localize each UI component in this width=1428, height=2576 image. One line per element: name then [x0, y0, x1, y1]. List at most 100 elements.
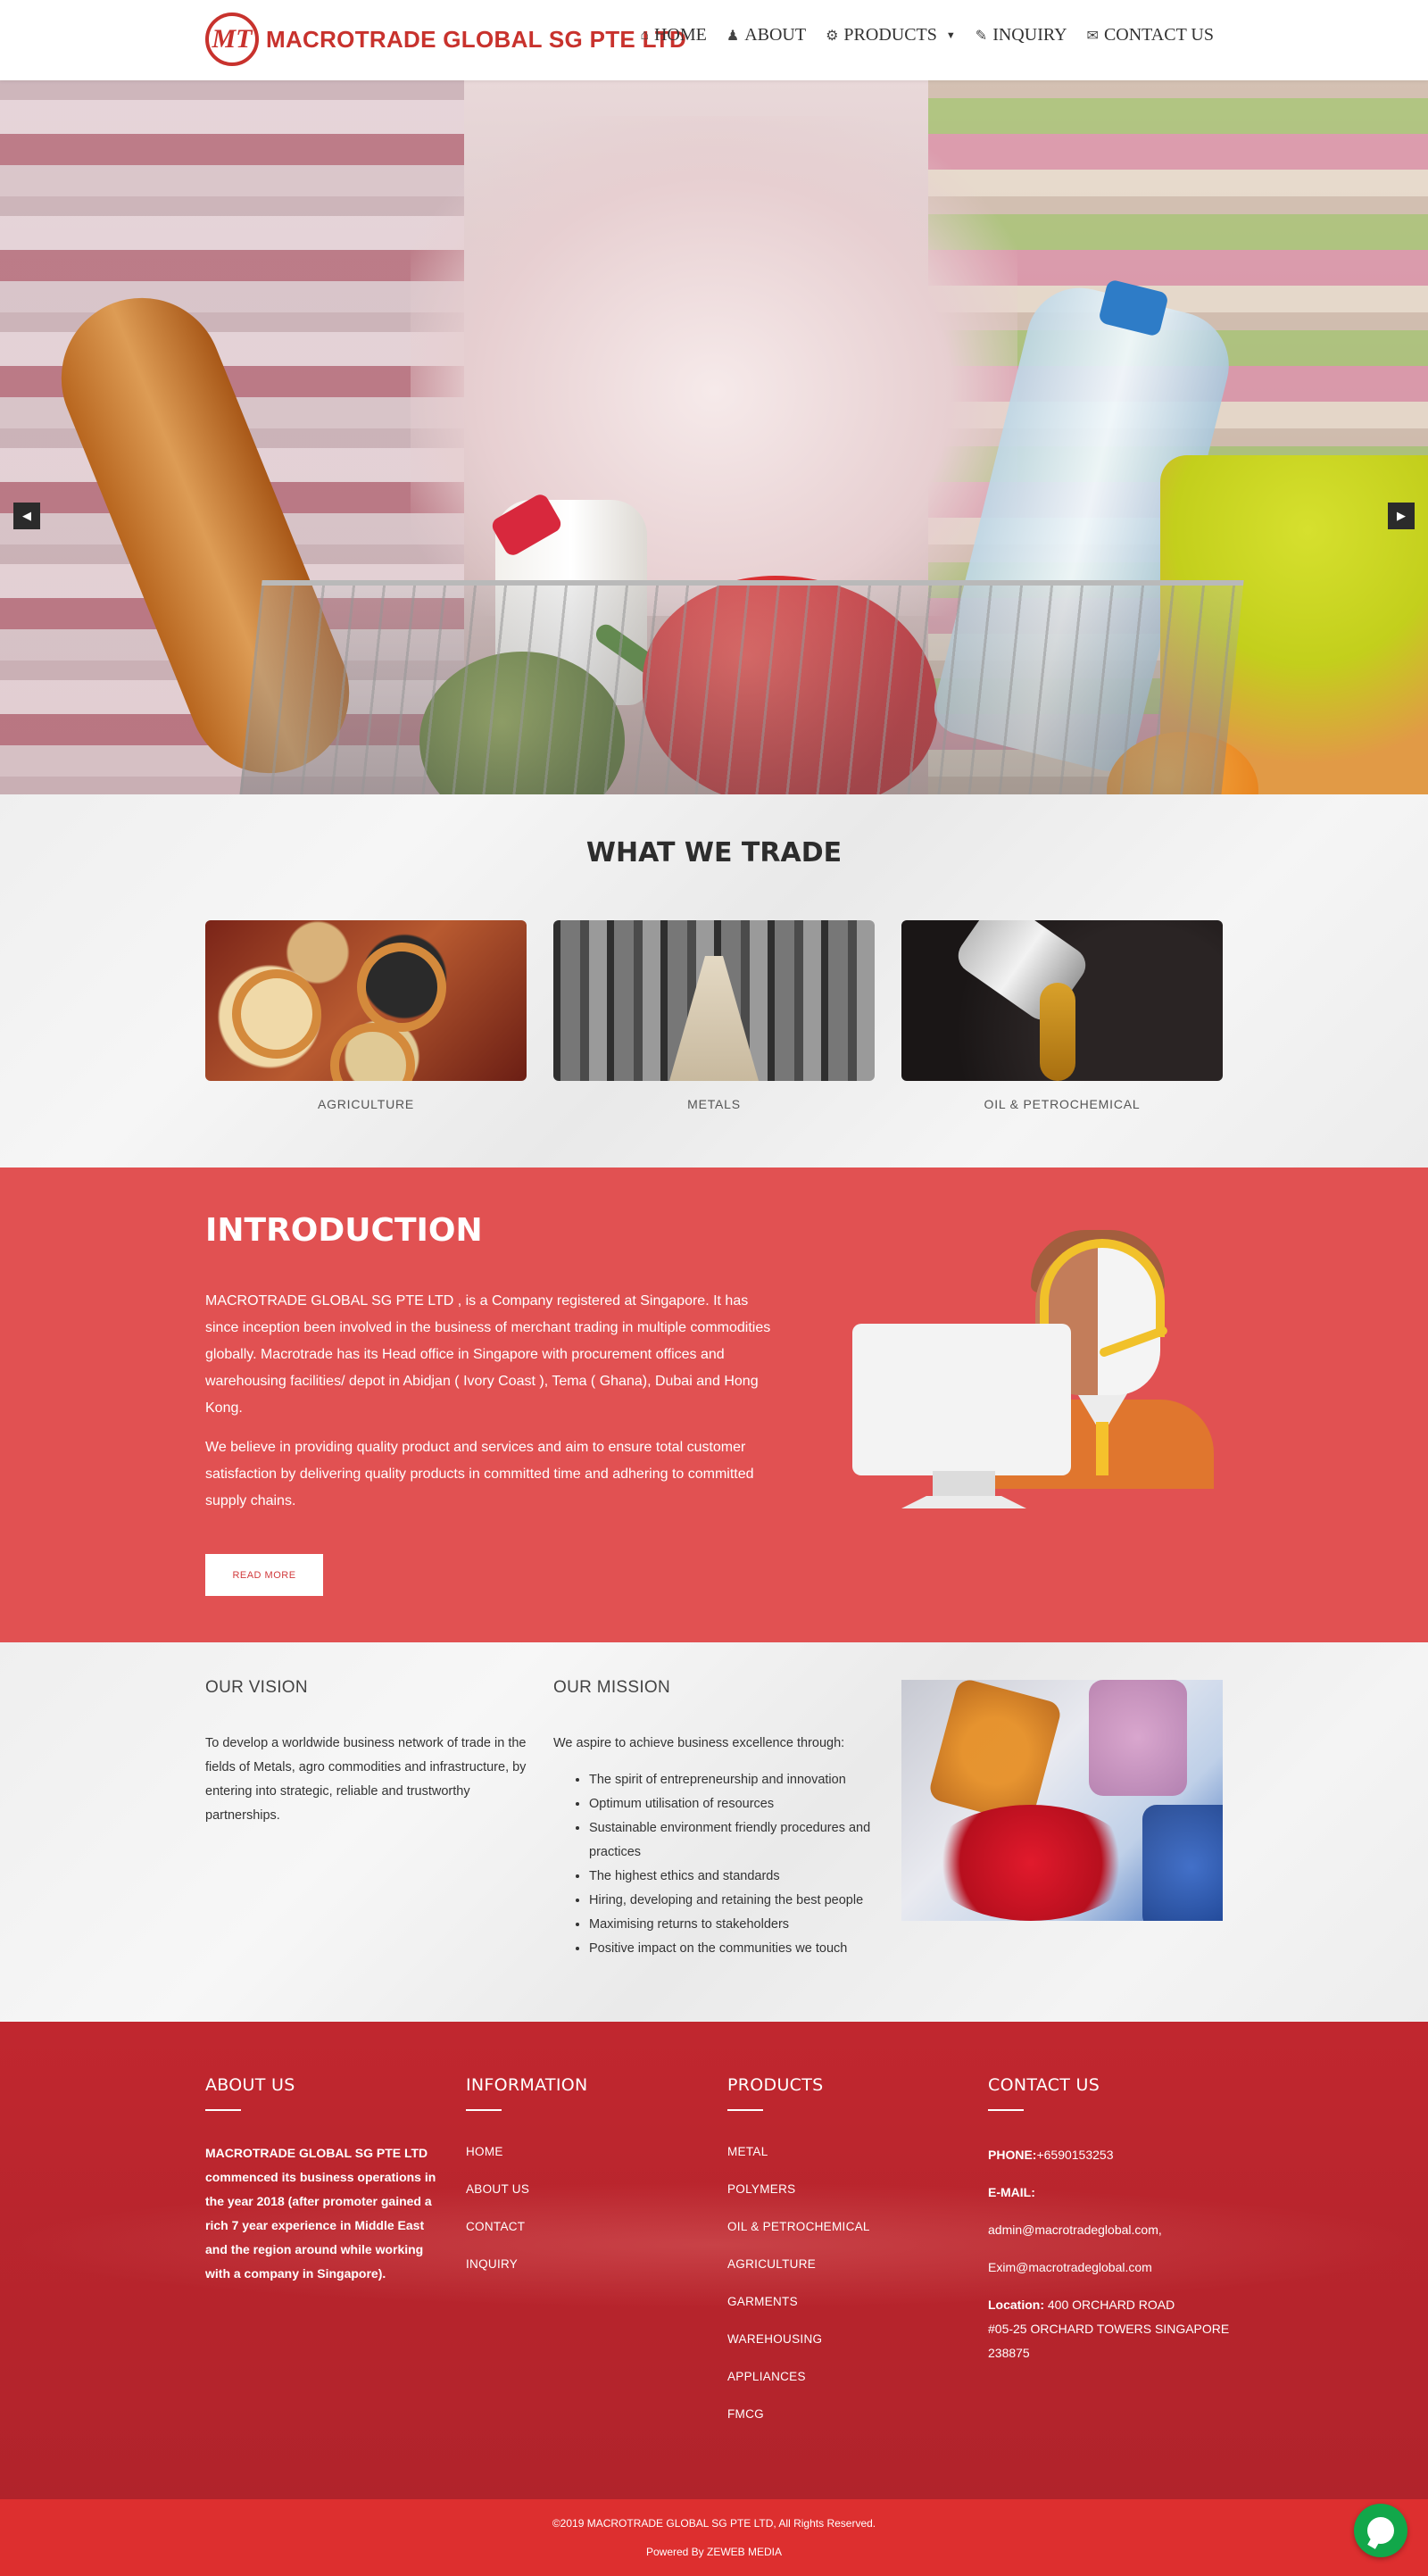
slider-prev-button[interactable]: ◀: [13, 503, 40, 529]
user-icon: ♟: [726, 28, 740, 44]
footer-link-about[interactable]: ABOUT US: [466, 2181, 707, 2198]
list-item: The highest ethics and standards: [589, 1865, 875, 1889]
divider: [988, 2109, 1024, 2111]
blue-pellet-jar: [1142, 1805, 1223, 1921]
trade-section: WHAT WE TRADE AGRICULTURE METALS OIL & P…: [0, 794, 1428, 1168]
footer-link-contact[interactable]: CONTACT: [466, 2218, 707, 2236]
home-icon: ⌂: [640, 27, 649, 43]
footer-link-agriculture[interactable]: AGRICULTURE: [727, 2256, 968, 2273]
nav-inquiry[interactable]: ✎ INQUIRY: [976, 25, 1067, 46]
nav-about-label: ABOUT: [744, 25, 807, 45]
trade-card-metals[interactable]: METALS: [553, 920, 875, 1111]
chevron-left-icon: ◀: [22, 509, 31, 522]
mission-title: OUR MISSION: [553, 1678, 671, 1697]
location-line: #05-25 ORCHARD TOWERS SINGAPORE 238875: [988, 2322, 1230, 2360]
nav-contact-label: CONTACT US: [1103, 25, 1214, 45]
nav-about[interactable]: ♟ ABOUT: [726, 25, 806, 46]
hero-slider: ◀ ▶: [0, 80, 1428, 794]
email-link[interactable]: Exim@macrotradeglobal.com: [988, 2256, 1247, 2280]
hero-cart: [237, 580, 1244, 794]
footer-link-metal[interactable]: METAL: [727, 2143, 968, 2161]
footer-contact-details: PHONE:+6590153253 E-MAIL: admin@macrotra…: [988, 2143, 1247, 2365]
logo-mark: MT: [205, 12, 259, 66]
mission-list: The spirit of entrepreneurship and innov…: [553, 1768, 875, 1961]
metals-image[interactable]: [553, 920, 875, 1081]
list-item: Maximising returns to stakeholders: [589, 1913, 875, 1937]
spoon-shape: [357, 943, 446, 1032]
mission-intro: We aspire to achieve business excellence…: [553, 1736, 845, 1750]
spoon-shape: [232, 969, 321, 1059]
vision-column: OUR VISION To develop a worldwide busine…: [205, 1678, 527, 1828]
agriculture-image[interactable]: [205, 920, 527, 1081]
footer-link-inquiry[interactable]: INQUIRY: [466, 2256, 707, 2273]
logo-text: MACROTRADE GLOBAL SG PTE LTD: [266, 25, 687, 53]
footer-link-warehousing[interactable]: WAREHOUSING: [727, 2331, 968, 2348]
footer-link-fmcg[interactable]: FMCG: [727, 2406, 968, 2423]
trade-card-agriculture[interactable]: AGRICULTURE: [205, 920, 527, 1111]
oil-image[interactable]: [901, 920, 1223, 1081]
monitor-base: [901, 1496, 1026, 1508]
list-item: The spirit of entrepreneurship and innov…: [589, 1768, 875, 1792]
list-item: Positive impact on the communities we to…: [589, 1937, 875, 1961]
chat-bubble-icon: [1367, 2517, 1394, 2544]
trade-card-oil[interactable]: OIL & PETROCHEMICAL: [901, 920, 1223, 1111]
oil-stream: [1040, 983, 1075, 1081]
chevron-down-icon: ▼: [945, 29, 956, 41]
introduction-section: INTRODUCTION MACROTRADE GLOBAL SG PTE LT…: [0, 1168, 1428, 1642]
red-pellets: [928, 1805, 1133, 1921]
email-link[interactable]: admin@macrotradeglobal.com,: [988, 2218, 1247, 2242]
divider: [466, 2109, 502, 2111]
footer-contact: CONTACT US PHONE:+6590153253 E-MAIL: adm…: [988, 2075, 1247, 2365]
nav-contact[interactable]: ✉ CONTACT US: [1087, 25, 1214, 46]
list-item: Hiring, developing and retaining the bes…: [589, 1889, 875, 1913]
trade-caption[interactable]: OIL & PETROCHEMICAL: [901, 1097, 1223, 1111]
vision-title: OUR VISION: [205, 1678, 308, 1697]
trade-title: WHAT WE TRADE: [585, 837, 843, 868]
contact-location: Location: 400 ORCHARD ROAD #05-25 ORCHAR…: [988, 2293, 1247, 2365]
footer-link-home[interactable]: HOME: [466, 2143, 707, 2161]
intro-text: MACROTRADE GLOBAL SG PTE LTD , is a Comp…: [205, 1288, 776, 1527]
nav-products-label: PRODUCTS: [843, 25, 937, 45]
phone-number[interactable]: +6590153253: [1036, 2148, 1113, 2162]
support-agent-illustration: [848, 1212, 1223, 1516]
footer-about-title: ABOUT US: [205, 2075, 295, 2095]
location-line: 400 ORCHARD ROAD: [1047, 2298, 1175, 2312]
copyright-text: ©2019 MACROTRADE GLOBAL SG PTE LTD, All …: [552, 2517, 876, 2530]
monitor-icon: [852, 1324, 1071, 1475]
footer-link-polymers[interactable]: POLYMERS: [727, 2181, 968, 2198]
slider-next-button[interactable]: ▶: [1388, 503, 1415, 529]
nav-home[interactable]: ⌂ HOME: [640, 25, 707, 46]
list-item: Optimum utilisation of resources: [589, 1792, 875, 1816]
edit-icon: ✎: [975, 28, 988, 44]
footer-link-appliances[interactable]: APPLIANCES: [727, 2368, 968, 2386]
trade-caption[interactable]: METALS: [553, 1097, 875, 1111]
orange-pellet-jar: [926, 1680, 1064, 1826]
intro-title: INTRODUCTION: [205, 1212, 483, 1249]
site-footer: ABOUT US MACROTRADE GLOBAL SG PTE LTD co…: [0, 2022, 1428, 2499]
footer-products-title: PRODUCTS: [727, 2075, 824, 2095]
footer-link-oil[interactable]: OIL & PETROCHEMICAL: [727, 2218, 968, 2236]
footer-information: INFORMATION HOME ABOUT US CONTACT INQUIR…: [466, 2075, 707, 2293]
divider: [205, 2109, 241, 2111]
footer-about-text: MACROTRADE GLOBAL SG PTE LTD commenced i…: [205, 2146, 436, 2281]
location-label: Location:: [988, 2298, 1044, 2312]
nav-products[interactable]: ⚙ PRODUCTS ▼: [826, 25, 956, 46]
trade-caption[interactable]: AGRICULTURE: [205, 1097, 527, 1111]
footer-contact-title: CONTACT US: [988, 2075, 1100, 2095]
phone-label: PHONE:: [988, 2148, 1037, 2162]
envelope-icon: ✉: [1086, 28, 1099, 44]
logo[interactable]: MT MACROTRADE GLOBAL SG PTE LTD: [205, 9, 686, 70]
pink-pellet-jar: [1089, 1680, 1187, 1796]
warehouse-floor: [669, 956, 759, 1081]
vision-mission-section: OUR VISION To develop a worldwide busine…: [0, 1642, 1428, 2022]
footer-info-links: HOME ABOUT US CONTACT INQUIRY: [466, 2143, 707, 2273]
polymer-pellets-image: [901, 1680, 1223, 1921]
read-more-button[interactable]: READ MORE: [205, 1554, 323, 1596]
main-nav: ⌂ HOME ♟ ABOUT ⚙ PRODUCTS ▼ ✎ INQUIRY ✉ …: [640, 25, 1214, 46]
powered-by-text[interactable]: Powered By ZEWEB MEDIA: [0, 2546, 1428, 2558]
site-header: MT MACROTRADE GLOBAL SG PTE LTD ⌂ HOME ♟…: [0, 0, 1428, 80]
divider: [727, 2109, 763, 2111]
footer-link-garments[interactable]: GARMENTS: [727, 2293, 968, 2311]
chat-button[interactable]: [1354, 2504, 1407, 2557]
contact-phone: PHONE:+6590153253: [988, 2143, 1247, 2167]
